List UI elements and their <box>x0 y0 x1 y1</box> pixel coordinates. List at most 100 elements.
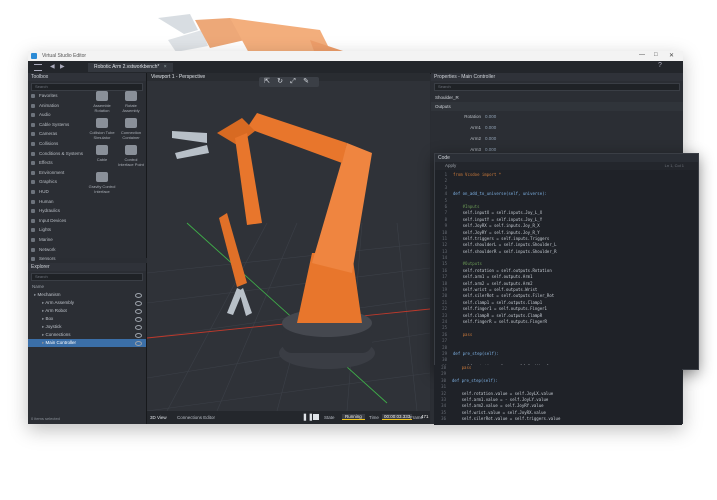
code-text: #Outputs <box>453 261 482 267</box>
explorer-panel: Explorer Search Name ▸ Mechanism ▸ Arm As… <box>28 263 147 424</box>
category-label: Sensors <box>39 256 56 262</box>
state-label: State <box>324 415 335 420</box>
visibility-icon[interactable] <box>135 293 142 298</box>
code-editor-lower: 28 pass 29 30 def pre_step(self): 31 32 self.… <box>434 365 682 425</box>
category-icon <box>31 257 35 262</box>
tool-tile[interactable]: Connection Container <box>117 118 145 140</box>
toolbox-category[interactable]: Audio <box>28 110 86 120</box>
tool-tile[interactable]: Collision Tube Simulator <box>88 118 116 140</box>
property-row[interactable]: Arm1 0.000 <box>431 122 683 133</box>
tab-robotic-arm[interactable]: Robotic Arm 2.vstworkbench* × <box>88 63 173 72</box>
tree-item[interactable]: ▸ Joystick <box>28 323 146 331</box>
toolbox-category[interactable]: Graphics <box>28 177 86 187</box>
category-label: Network <box>39 246 56 252</box>
category-icon <box>31 189 35 194</box>
property-value: 0.000 <box>485 114 497 119</box>
tool-tile[interactable]: Gravity Control Interface <box>88 172 116 194</box>
time-value: 00:00:03.333 <box>382 414 413 420</box>
apply-button[interactable]: Apply <box>445 162 456 170</box>
scene-canvas[interactable] <box>147 73 430 411</box>
tab-connections-editor[interactable]: Connections Editor <box>177 415 215 420</box>
category-icon <box>31 103 35 108</box>
tree-item[interactable]: ▸ Box <box>28 315 146 323</box>
tree-item[interactable]: ▸ Arm Assembly <box>28 299 146 307</box>
toolbox-category[interactable]: Network <box>28 245 86 255</box>
toolbox-category[interactable]: HUD <box>28 187 86 197</box>
tool-tile[interactable]: Assemble Rotation <box>88 91 116 113</box>
code-text: self.silerRot.value = self.triggers.valu… <box>452 416 561 422</box>
code-text-area-lower[interactable]: 28 pass 29 30 def pre_step(self): 31 32 self.… <box>434 365 682 423</box>
toolbox-category[interactable]: Lights <box>28 225 86 235</box>
tool-tile[interactable]: Rotate Assembly <box>117 91 145 113</box>
property-row[interactable]: Arm2 0.000 <box>431 133 683 144</box>
minimize-button[interactable]: — <box>639 52 645 58</box>
property-name: Arm1 <box>470 125 481 130</box>
category-icon <box>31 113 35 118</box>
help-icon[interactable]: ? <box>658 62 662 69</box>
viewport-3d[interactable]: Viewport 1 - Perspective ⇱ ↻ ⤢ ✎ <box>147 73 430 411</box>
select-tool-icon[interactable]: ⇱ <box>262 77 272 87</box>
edit-tool-icon[interactable]: ✎ <box>301 77 311 87</box>
tool-label: Control Interface Point <box>118 157 144 167</box>
tool-label: Rotate Assembly <box>122 103 140 113</box>
properties-search-input[interactable]: Search <box>434 83 680 91</box>
code-text: pass <box>453 331 473 337</box>
tool-tile[interactable]: Control Interface Point <box>117 145 145 167</box>
tab-close-icon[interactable]: × <box>164 64 167 70</box>
visibility-icon[interactable] <box>135 309 142 314</box>
tree-item[interactable]: ▸ Connections <box>28 331 146 339</box>
status-bar: 3D View Connections Editor ❚❚ State Runn… <box>147 411 430 424</box>
back-icon[interactable]: ◀ <box>50 63 55 70</box>
toolbox-category[interactable]: Conditions & Systems <box>28 149 86 159</box>
code-text: self.wrist = self.outputs.Wrist <box>453 287 538 293</box>
maximize-button[interactable]: □ <box>654 52 658 58</box>
explorer-search-input[interactable]: Search <box>31 273 143 281</box>
toolbox-category[interactable]: Marine <box>28 235 86 245</box>
code-text: self.triggers = self.inputs.Triggers <box>453 235 550 241</box>
scale-tool-icon[interactable]: ⤢ <box>288 77 298 87</box>
toolbox-category[interactable]: Favorites <box>28 91 86 101</box>
stop-icon[interactable] <box>313 414 319 420</box>
code-text: self.arm1.value = - self.JoyLY.value <box>452 396 549 402</box>
category-label: Effects <box>39 160 53 166</box>
category-icon <box>31 218 35 223</box>
forward-icon[interactable]: ▶ <box>60 63 65 70</box>
menu-icon[interactable] <box>34 64 42 71</box>
code-text: self.shoulderL = self.inputs.Shoulder_L <box>453 242 557 248</box>
tool-label: Collision Tube Simulator <box>89 130 115 140</box>
visibility-icon[interactable] <box>135 317 142 322</box>
category-icon <box>31 228 35 233</box>
code-line: 36 self.silerRot.value = self.triggers.v… <box>434 416 682 422</box>
tab-3d-view[interactable]: 3D View <box>150 415 167 420</box>
rotate-tool-icon[interactable]: ↻ <box>275 77 285 87</box>
category-icon <box>31 180 35 185</box>
toolbox-category[interactable]: Cameras <box>28 129 86 139</box>
visibility-icon[interactable] <box>135 325 142 330</box>
tree-item[interactable]: ▸ Mechanism <box>28 291 146 299</box>
field-selector[interactable]: Shoulder_R <box>431 93 683 102</box>
toolbox-category[interactable]: Effects <box>28 158 86 168</box>
tool-tile[interactable]: Cable <box>88 145 116 162</box>
toolbox-category[interactable]: Input Devices <box>28 216 86 226</box>
toolbox-category[interactable]: Animation <box>28 101 86 111</box>
property-row[interactable]: Rotation 0.000 <box>431 111 683 122</box>
tree-item-label: Mechanism <box>37 292 61 297</box>
tree-item[interactable]: ▸ Main Controller <box>28 339 146 347</box>
outputs-section-header[interactable]: Outputs <box>431 102 683 111</box>
category-icon <box>31 151 35 156</box>
visibility-icon[interactable] <box>135 333 142 338</box>
toolbox-search-input[interactable]: Search <box>31 83 143 91</box>
close-button[interactable]: ✕ <box>669 52 674 59</box>
toolbox-category[interactable]: Cable Systems <box>28 120 86 130</box>
toolbox-category[interactable]: Environment <box>28 168 86 178</box>
toolbox-category[interactable]: Collisions <box>28 139 86 149</box>
visibility-icon[interactable] <box>135 341 142 346</box>
toolbox-category[interactable]: Hydraulics <box>28 206 86 216</box>
category-icon <box>31 141 35 146</box>
tree-item[interactable]: ▸ Arm Robot <box>28 307 146 315</box>
visibility-icon[interactable] <box>135 301 142 306</box>
toolbox-category[interactable]: Human <box>28 197 86 207</box>
code-text-area[interactable]: 1 from Vcsdoe import * 2 3 4 def on_add_to_un… <box>435 170 698 369</box>
pause-icon[interactable]: ❚❚ <box>302 413 314 421</box>
selection-count: 0 items selected <box>31 416 60 421</box>
